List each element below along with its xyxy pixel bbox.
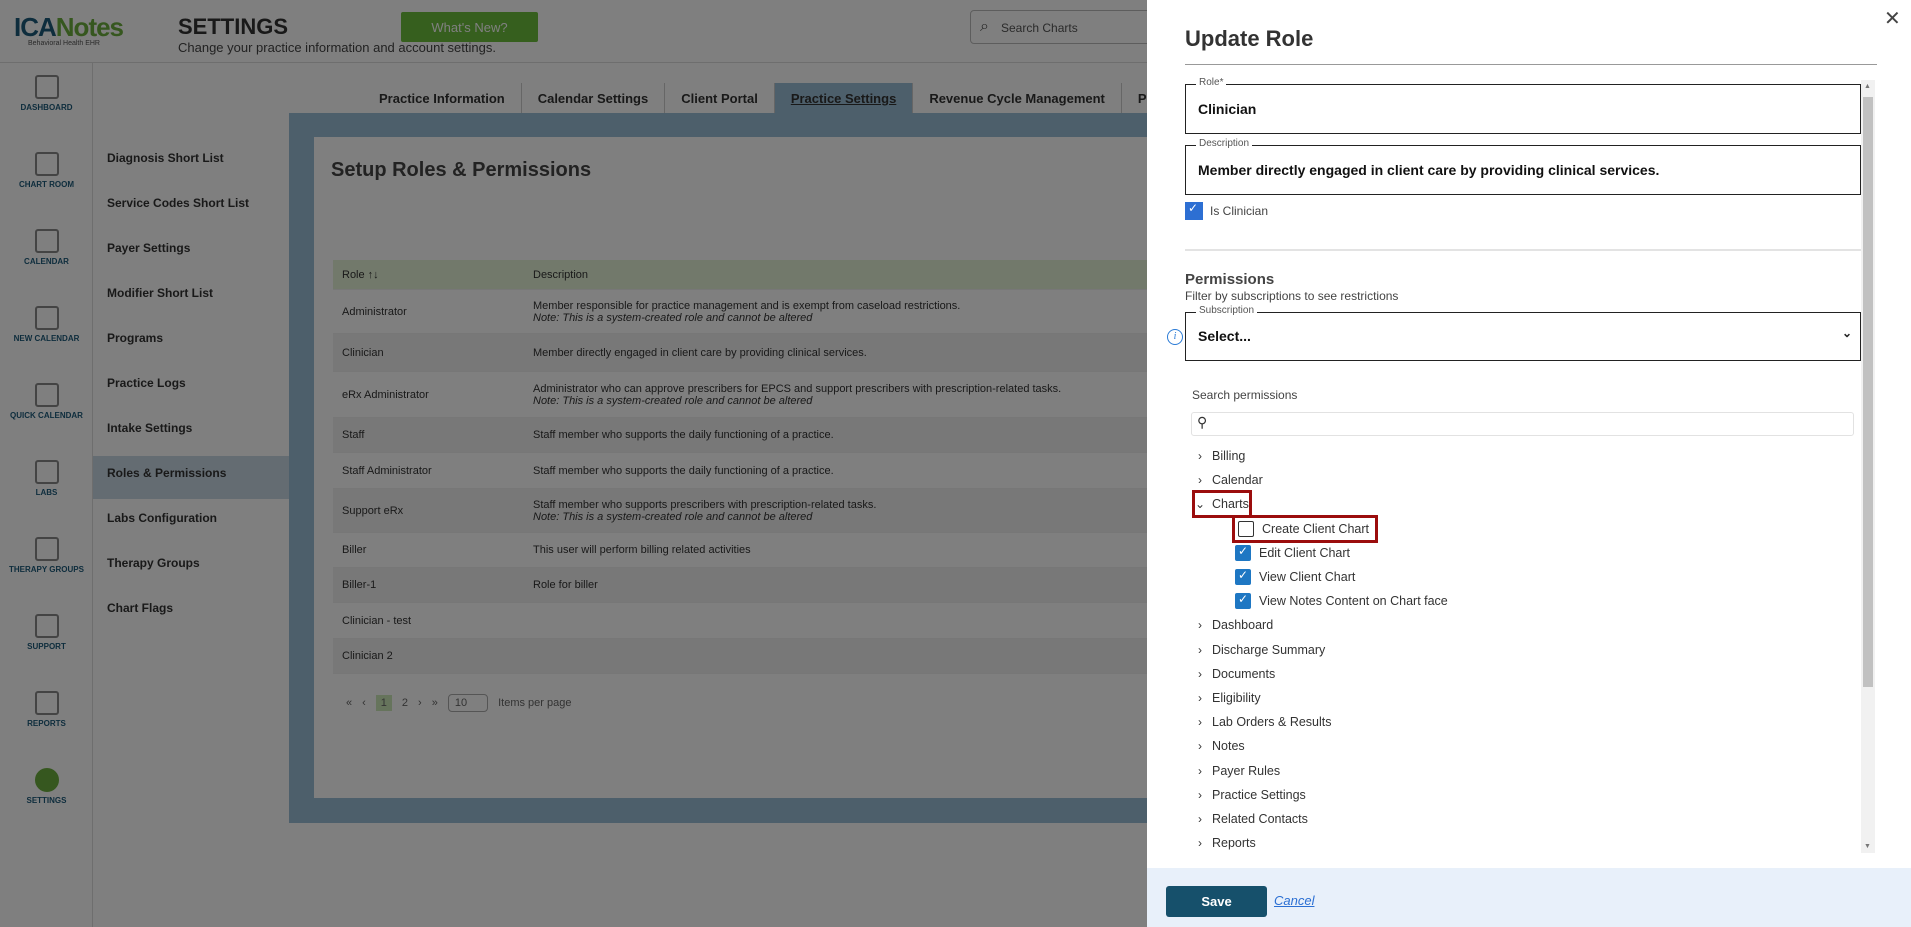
permission-label: Create Client Chart: [1262, 522, 1369, 536]
permission-checkbox-item[interactable]: View Client Chart: [1235, 566, 1355, 588]
description-field[interactable]: Description Member directly engaged in c…: [1185, 145, 1861, 195]
subscription-label: Subscription: [1196, 305, 1257, 316]
checkbox-unchecked-icon[interactable]: [1238, 521, 1254, 537]
panel-footer: Save Cancel: [1147, 868, 1911, 927]
permission-checkbox-item[interactable]: Create Client Chart: [1235, 518, 1375, 540]
permissions-subtitle: Filter by subscriptions to see restricti…: [1185, 289, 1398, 303]
update-role-panel: Update Role Role* Clinician Description …: [1147, 0, 1911, 927]
chevron-right-icon[interactable]: ›: [1195, 764, 1205, 778]
tree-item-label: Practice Settings: [1212, 788, 1306, 802]
chevron-right-icon[interactable]: ›: [1195, 691, 1205, 705]
tree-item-reports[interactable]: › Reports: [1195, 832, 1256, 854]
chevron-down-icon[interactable]: ⌄: [1195, 497, 1205, 511]
tree-item-label: Calendar: [1212, 473, 1263, 487]
subscription-value: Select...: [1198, 328, 1251, 344]
tree-item-related-contacts[interactable]: › Related Contacts: [1195, 808, 1308, 830]
chevron-right-icon[interactable]: ›: [1195, 812, 1205, 826]
is-clinician-label: Is Clinician: [1210, 204, 1268, 218]
checkbox-checked-icon[interactable]: [1235, 593, 1251, 609]
tree-item-label: Billing: [1212, 449, 1245, 463]
panel-title: Update Role: [1185, 26, 1313, 52]
is-clinician-checkbox[interactable]: Is Clinician: [1185, 202, 1268, 220]
search-icon: ⚲: [1197, 414, 1207, 431]
scroll-down-icon[interactable]: ▼: [1864, 843, 1871, 850]
chevron-down-icon: ⌄: [1842, 326, 1852, 340]
description-label: Description: [1196, 138, 1252, 149]
tree-item-billing[interactable]: › Billing: [1195, 445, 1245, 467]
info-icon[interactable]: i: [1167, 329, 1183, 345]
search-permissions-input[interactable]: [1191, 412, 1854, 436]
chevron-right-icon[interactable]: ›: [1195, 643, 1205, 657]
tree-item-practice-settings[interactable]: › Practice Settings: [1195, 784, 1306, 806]
chevron-right-icon[interactable]: ›: [1195, 667, 1205, 681]
tree-item-eligibility[interactable]: › Eligibility: [1195, 687, 1261, 709]
tree-item-discharge-summary[interactable]: › Discharge Summary: [1195, 639, 1325, 661]
permission-checkbox-item[interactable]: View Notes Content on Chart face: [1235, 590, 1448, 612]
tree-item-lab-orders-results[interactable]: › Lab Orders & Results: [1195, 711, 1332, 733]
tree-item-label: Reports: [1212, 836, 1256, 850]
scrollbar-thumb[interactable]: [1863, 97, 1873, 687]
chevron-right-icon[interactable]: ›: [1195, 715, 1205, 729]
divider: [1185, 64, 1877, 65]
tree-item-label: Related Contacts: [1212, 812, 1308, 826]
role-label: Role*: [1196, 77, 1226, 88]
tree-item-label: Payer Rules: [1212, 764, 1280, 778]
tree-item-notes[interactable]: › Notes: [1195, 735, 1245, 757]
chevron-right-icon[interactable]: ›: [1195, 449, 1205, 463]
permission-label: View Client Chart: [1259, 570, 1355, 584]
save-button[interactable]: Save: [1166, 886, 1267, 917]
tree-item-label: Charts: [1212, 497, 1249, 511]
chevron-right-icon[interactable]: ›: [1195, 473, 1205, 487]
divider: [1185, 249, 1861, 251]
chevron-right-icon[interactable]: ›: [1195, 618, 1205, 632]
tree-item-payer-rules[interactable]: › Payer Rules: [1195, 760, 1280, 782]
cancel-link[interactable]: Cancel: [1274, 893, 1314, 908]
chevron-right-icon[interactable]: ›: [1195, 836, 1205, 850]
tree-item-documents[interactable]: › Documents: [1195, 663, 1275, 685]
close-icon[interactable]: ✕: [1884, 6, 1901, 31]
role-value[interactable]: Clinician: [1198, 101, 1256, 117]
tree-item-label: Notes: [1212, 739, 1245, 753]
checkbox-checked-icon[interactable]: [1185, 202, 1203, 220]
scroll-up-icon[interactable]: ▲: [1864, 83, 1871, 90]
description-value[interactable]: Member directly engaged in client care b…: [1198, 162, 1659, 178]
tree-item-label: Lab Orders & Results: [1212, 715, 1332, 729]
tree-item-label: Eligibility: [1212, 691, 1261, 705]
search-permissions-label: Search permissions: [1192, 388, 1297, 402]
permission-label: View Notes Content on Chart face: [1259, 594, 1448, 608]
tree-item-dashboard[interactable]: › Dashboard: [1195, 614, 1273, 636]
chevron-right-icon[interactable]: ›: [1195, 788, 1205, 802]
tree-item-label: Discharge Summary: [1212, 643, 1325, 657]
permission-label: Edit Client Chart: [1259, 546, 1350, 560]
checkbox-checked-icon[interactable]: [1235, 545, 1251, 561]
role-field[interactable]: Role* Clinician: [1185, 84, 1861, 134]
tree-item-charts[interactable]: ⌄ Charts: [1195, 493, 1249, 515]
chevron-right-icon[interactable]: ›: [1195, 739, 1205, 753]
tree-item-label: Documents: [1212, 667, 1275, 681]
permission-checkbox-item[interactable]: Edit Client Chart: [1235, 542, 1350, 564]
scrollbar[interactable]: ▲ ▼: [1861, 80, 1875, 853]
subscription-select[interactable]: Subscription Select... ⌄: [1185, 312, 1861, 361]
tree-item-calendar[interactable]: › Calendar: [1195, 469, 1263, 491]
tree-item-label: Dashboard: [1212, 618, 1273, 632]
checkbox-checked-icon[interactable]: [1235, 569, 1251, 585]
permissions-title: Permissions: [1185, 271, 1274, 288]
